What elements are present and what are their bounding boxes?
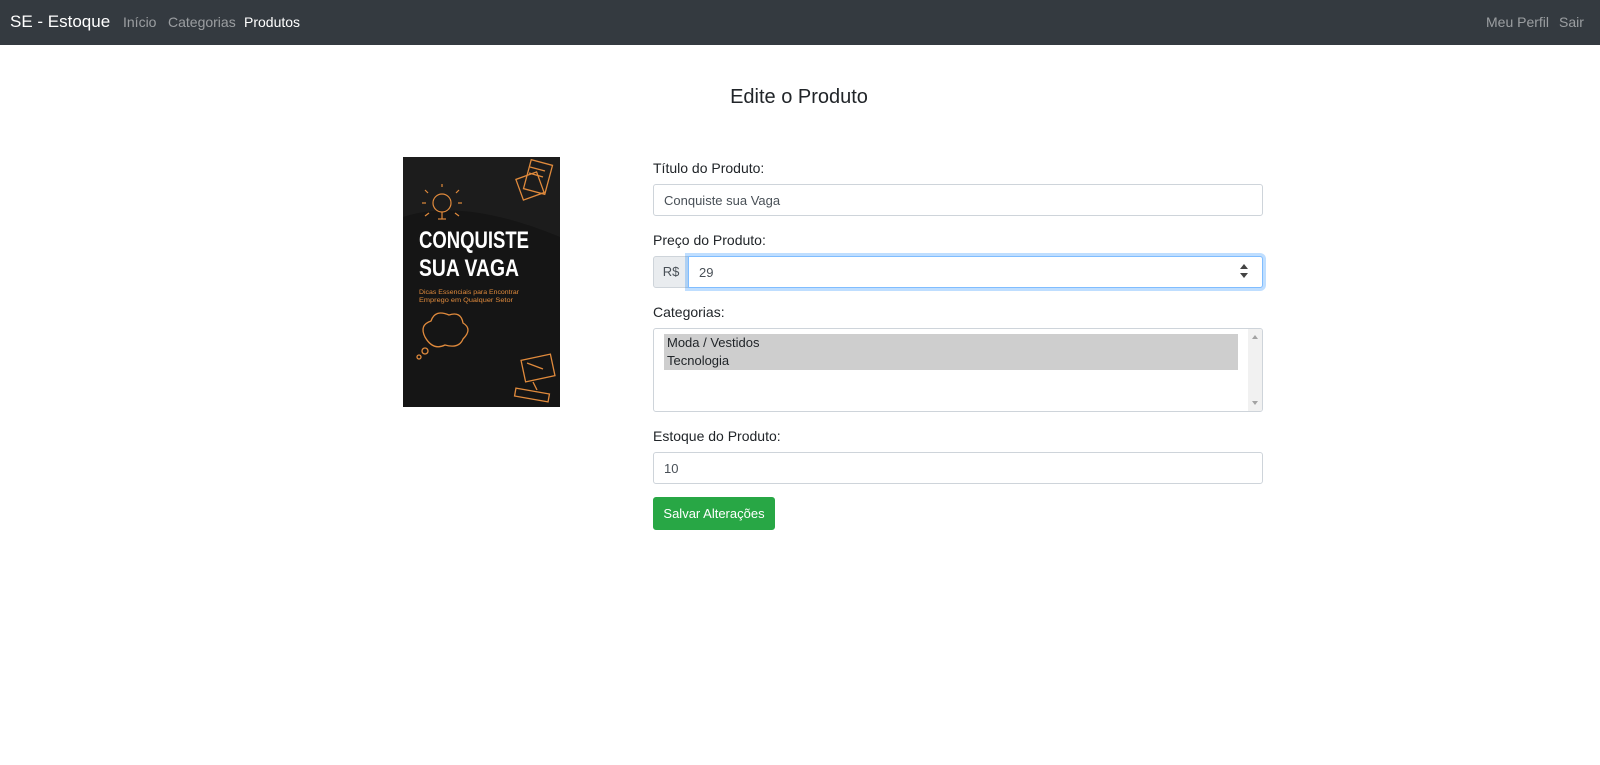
price-input[interactable] xyxy=(688,256,1263,288)
nav-link-meu-perfil[interactable]: Meu Perfil xyxy=(1486,14,1549,30)
category-option-moda[interactable]: Moda / Vestidos xyxy=(664,334,1238,352)
stock-input[interactable] xyxy=(653,452,1263,484)
stepper-down-icon[interactable] xyxy=(1240,273,1248,278)
categories-scrollbar[interactable] xyxy=(1248,329,1262,411)
stepper-up-icon[interactable] xyxy=(1240,264,1248,269)
save-changes-button[interactable]: Salvar Alterações xyxy=(653,497,775,530)
scroll-down-icon[interactable] xyxy=(1252,401,1258,405)
categories-label: Categorias: xyxy=(653,304,725,320)
category-option-tecnologia[interactable]: Tecnologia xyxy=(664,352,1238,370)
currency-prefix: R$ xyxy=(653,256,689,288)
title-label: Título do Produto: xyxy=(653,160,765,176)
price-label: Preço do Produto: xyxy=(653,232,766,248)
cover-subtitle-line1: Dicas Essenciais para Encontrar xyxy=(419,290,519,296)
cover-title-line1: CONQUISTE xyxy=(419,227,529,254)
nav-link-categorias[interactable]: Categorias xyxy=(168,14,236,30)
price-stepper[interactable] xyxy=(1238,262,1250,282)
nav-link-sair[interactable]: Sair xyxy=(1559,14,1584,30)
scroll-up-icon[interactable] xyxy=(1252,335,1258,339)
stock-label: Estoque do Produto: xyxy=(653,428,781,444)
nav-link-produtos[interactable]: Produtos xyxy=(244,14,300,30)
brand-link[interactable]: SE - Estoque xyxy=(10,12,110,32)
title-input[interactable] xyxy=(653,184,1263,216)
nav-link-inicio[interactable]: Início xyxy=(123,14,156,30)
cover-title-line2: SUA VAGA xyxy=(419,255,519,282)
page-title: Edite o Produto xyxy=(730,86,868,108)
cover-subtitle-line2: Emprego em Qualquer Setor xyxy=(419,298,513,304)
navbar: SE - Estoque Início Categorias Produtos … xyxy=(0,0,1600,45)
product-image: CONQUISTE SUA VAGA Dicas Essenciais para… xyxy=(403,157,560,407)
categories-multiselect[interactable]: Moda / Vestidos Tecnologia xyxy=(653,328,1263,412)
